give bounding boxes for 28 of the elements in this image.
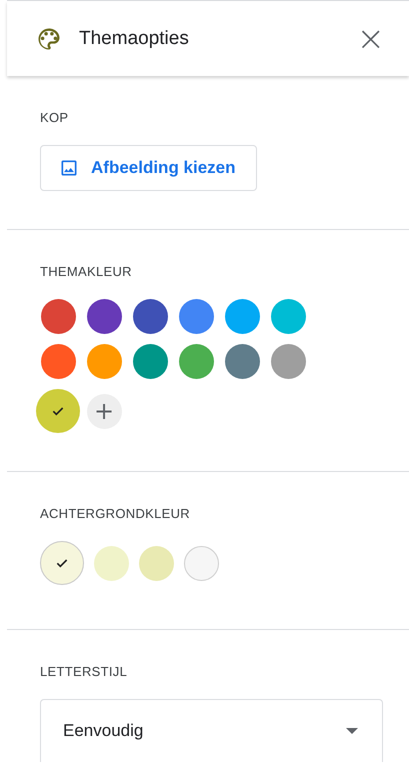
color-swatch[interactable]: [36, 389, 80, 433]
color-swatch[interactable]: [178, 299, 214, 334]
font-style-dropdown[interactable]: Eenvoudig: [40, 699, 383, 762]
section-label: LETTERSTIJL: [40, 664, 128, 679]
color-swatch[interactable]: [270, 344, 306, 379]
color-swatch[interactable]: [184, 546, 219, 580]
section-label: ACHTERGRONDKLEUR: [40, 506, 191, 521]
color-swatch[interactable]: [86, 299, 122, 334]
dropdown-arrow-icon: [346, 728, 358, 734]
color-swatch[interactable]: [224, 299, 260, 334]
close-button[interactable]: ×: [356, 22, 385, 56]
section-label: THEMAKLEUR: [40, 264, 133, 279]
color-swatch[interactable]: [132, 344, 168, 379]
color-swatch[interactable]: [132, 299, 168, 334]
color-swatch[interactable]: [40, 299, 76, 334]
panel-title: Themaopties: [79, 28, 190, 50]
color-swatch[interactable]: [40, 541, 84, 585]
color-swatch[interactable]: [94, 546, 129, 580]
color-swatch[interactable]: [40, 344, 76, 379]
color-swatch[interactable]: [139, 546, 174, 580]
add-color-button[interactable]: +: [86, 394, 122, 428]
color-swatch[interactable]: [86, 344, 122, 379]
color-swatch[interactable]: [224, 344, 260, 379]
choose-image-button[interactable]: Afbeelding kiezen: [40, 145, 257, 191]
section-label: KOP: [40, 110, 70, 125]
image-icon: [59, 158, 79, 178]
color-swatch[interactable]: [270, 299, 306, 334]
color-swatch[interactable]: [178, 344, 214, 379]
